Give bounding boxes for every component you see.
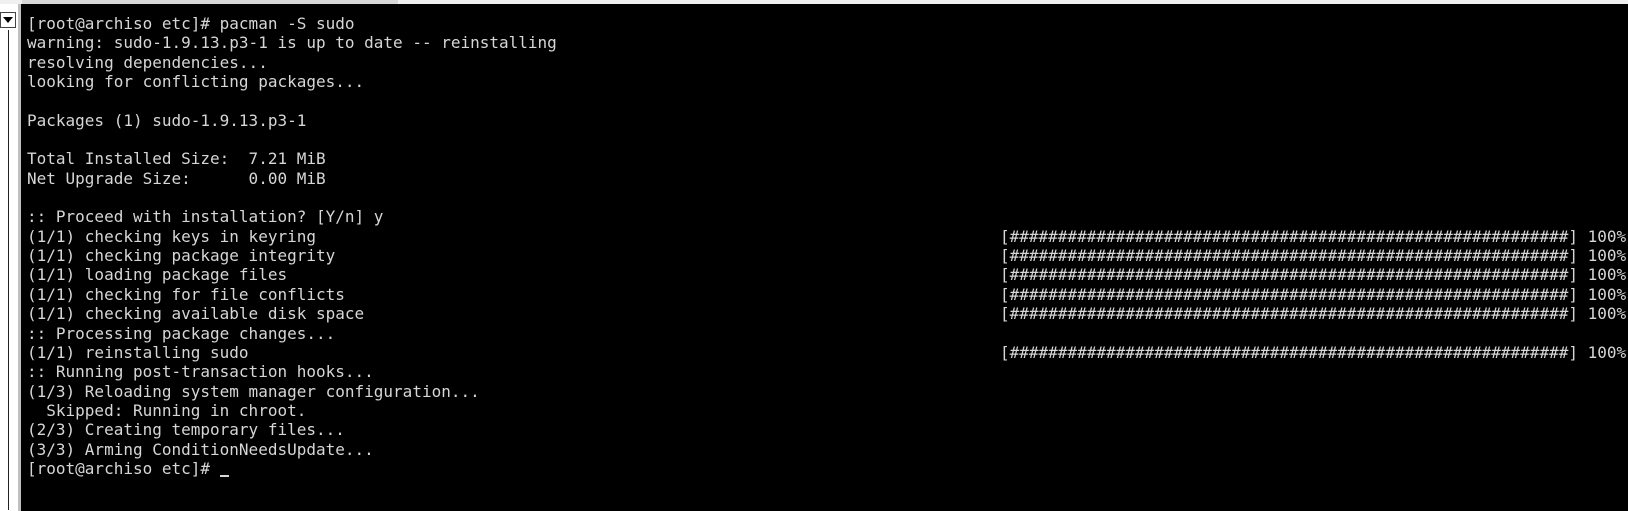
chevron-down-icon	[3, 17, 13, 23]
terminal-line: (1/1) loading package files [############…	[27, 265, 1628, 284]
terminal-line: looking for conflicting packages...	[27, 72, 1628, 91]
line-text: looking for conflicting packages...	[27, 72, 365, 92]
progress-bar: [#######################################…	[1000, 246, 1627, 266]
terminal-line: resolving dependencies...	[27, 53, 1628, 72]
terminal-window[interactable]: [root@archiso etc]# pacman -S sudo warni…	[18, 4, 1628, 511]
terminal-line: (1/1) checking available disk space [####…	[27, 304, 1628, 323]
line-text: :: Proceed with installation? [Y/n] y	[27, 207, 384, 227]
line-text: [root@archiso etc]# pacman -S sudo	[27, 14, 355, 33]
progress-bar: [#######################################…	[1000, 226, 1627, 246]
terminal-prompt-line[interactable]: [root@archiso etc]#	[27, 459, 1628, 478]
terminal-line: (3/3) Arming ConditionNeedsUpdate...	[27, 440, 1628, 459]
line-text: (1/1) checking package integrity	[27, 246, 336, 266]
shell-prompt: [root@archiso etc]#	[27, 458, 220, 478]
terminal-line: (1/1) reinstalling sudo [################…	[27, 343, 1628, 362]
terminal-line: Packages (1) sudo-1.9.13.p3-1	[27, 111, 1628, 130]
line-text: (1/1) loading package files	[27, 265, 288, 285]
progress-bar: [#######################################…	[1000, 265, 1627, 285]
text-cursor	[219, 474, 229, 477]
progress-bar: [#######################################…	[1000, 342, 1627, 362]
line-text: (1/1) checking available disk space	[27, 304, 365, 324]
terminal-line: :: Processing package changes...	[27, 324, 1628, 343]
line-text: (1/3) Reloading system manager configura…	[27, 381, 480, 401]
terminal-output: [root@archiso etc]# pacman -S sudo warni…	[27, 14, 1628, 478]
gutter-divider	[8, 30, 9, 510]
scroll-menu-button[interactable]	[0, 12, 16, 28]
terminal-line: :: Running post-transaction hooks...	[27, 362, 1628, 381]
terminal-line: warning: sudo-1.9.13.p3-1 is up to date …	[27, 33, 1628, 52]
line-text: (1/1) checking keys in keyring	[27, 226, 316, 246]
progress-bar: [#######################################…	[1000, 284, 1627, 304]
terminal-line: (1/3) Reloading system manager configura…	[27, 382, 1628, 401]
terminal-line: (1/1) checking keys in keyring [#########…	[27, 227, 1628, 246]
terminal-line: (2/3) Creating temporary files...	[27, 420, 1628, 439]
terminal-line: (1/1) checking package integrity [#######…	[27, 246, 1628, 265]
line-text: (1/1) reinstalling sudo	[27, 342, 249, 362]
line-text: resolving dependencies...	[27, 52, 268, 72]
terminal-line: [root@archiso etc]# pacman -S sudo	[27, 14, 1628, 33]
line-text: (1/1) checking for file conflicts	[27, 284, 345, 304]
terminal-line: Net Upgrade Size: 0.00 MiB	[27, 169, 1628, 188]
line-text: (2/3) Creating temporary files...	[27, 420, 345, 440]
left-gutter	[0, 4, 18, 511]
terminal-line: Skipped: Running in chroot.	[27, 401, 1628, 420]
line-text: Total Installed Size: 7.21 MiB	[27, 149, 326, 169]
line-text: :: Processing package changes...	[27, 323, 336, 343]
terminal-line: (1/1) checking for file conflicts [######…	[27, 285, 1628, 304]
line-text: Net Upgrade Size: 0.00 MiB	[27, 168, 326, 188]
terminal-line: :: Proceed with installation? [Y/n] y	[27, 207, 1628, 226]
line-text: warning: sudo-1.9.13.p3-1 is up to date …	[27, 33, 557, 53]
line-text: Skipped: Running in chroot.	[27, 400, 307, 420]
progress-bar: [#######################################…	[1000, 304, 1627, 324]
line-text: :: Running post-transaction hooks...	[27, 362, 374, 382]
line-text: (3/3) Arming ConditionNeedsUpdate...	[27, 439, 374, 459]
line-text: Packages (1) sudo-1.9.13.p3-1	[27, 110, 307, 130]
terminal-line: Total Installed Size: 7.21 MiB	[27, 149, 1628, 168]
